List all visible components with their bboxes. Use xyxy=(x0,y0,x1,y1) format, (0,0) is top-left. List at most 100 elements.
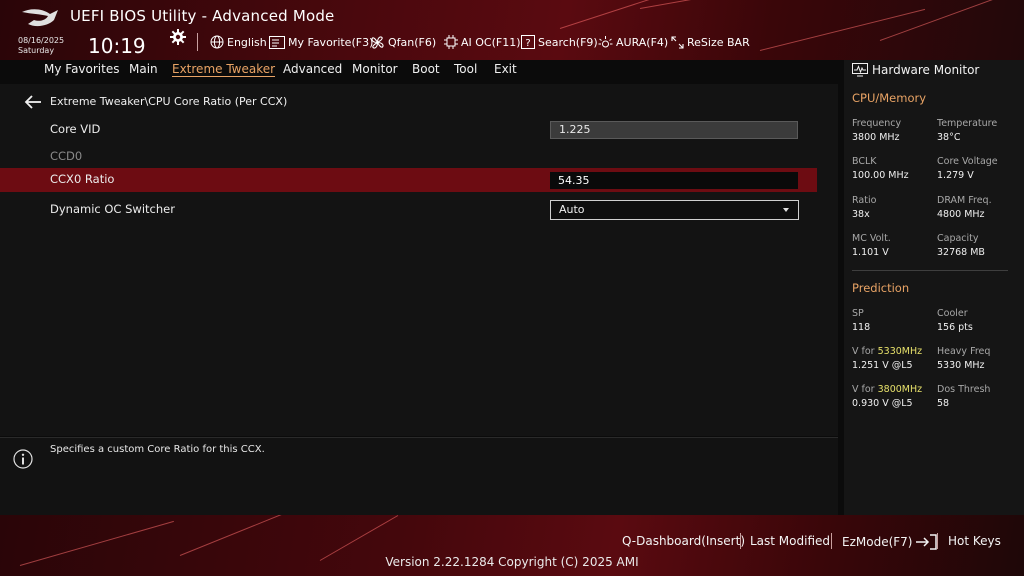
sp-label: SP xyxy=(852,308,864,319)
chevron-down-icon xyxy=(783,208,789,212)
ccx0-ratio-input[interactable]: 54.35 xyxy=(550,172,798,189)
header-streak xyxy=(759,8,926,51)
version-text: Version 2.22.1284 Copyright (C) 2025 AMI xyxy=(385,555,639,569)
help-text: Specifies a custom Core Ratio for this C… xyxy=(50,444,265,455)
tab-extreme-tweaker[interactable]: Extreme Tweaker xyxy=(172,62,276,77)
sp-value: 118 xyxy=(852,322,871,333)
v-for-5330-label: V for 5330MHz xyxy=(852,346,922,357)
ratio-label: Ratio xyxy=(852,195,877,206)
svg-text:?: ? xyxy=(525,38,530,49)
tab-tool[interactable]: Tool xyxy=(454,62,477,76)
exit-to-ezmode-icon xyxy=(916,534,938,550)
hw-divider xyxy=(852,270,1008,271)
prediction-heading: Prediction xyxy=(852,281,910,295)
core-voltage-label: Core Voltage xyxy=(937,156,998,167)
hot-keys-button[interactable]: Hot Keys xyxy=(948,534,1001,548)
capacity-label: Capacity xyxy=(937,233,979,244)
favorite-icon xyxy=(269,35,285,49)
tab-advanced[interactable]: Advanced xyxy=(283,62,342,76)
core-vid-field: 1.225 xyxy=(550,121,798,139)
header-streak xyxy=(559,0,732,29)
info-icon xyxy=(13,449,33,469)
capacity-value: 32768 MB xyxy=(937,247,985,258)
resize-bar-button[interactable]: ReSize BAR xyxy=(671,34,750,50)
ezmode-label: EzMode(F7) xyxy=(842,535,913,549)
date-text: 08/16/2025 xyxy=(18,36,65,45)
v-for-5330-value: 1.251 V @L5 xyxy=(852,360,913,371)
ai-oc-button[interactable]: AI OC(F11) xyxy=(444,34,521,50)
aura-icon xyxy=(598,35,613,47)
app-title: UEFI BIOS Utility - Advanced Mode xyxy=(70,7,335,25)
cooler-value: 156 pts xyxy=(937,322,973,333)
clock: 10:19 xyxy=(88,34,146,58)
v-for-prefix: V for xyxy=(852,346,878,357)
aura-label: AURA(F4) xyxy=(616,35,669,49)
v-for-prefix: V for xyxy=(852,384,878,395)
mc-volt-label: MC Volt. xyxy=(852,233,891,244)
header-divider xyxy=(197,33,198,51)
search-button[interactable]: ? Search(F9) xyxy=(521,34,598,50)
dynamic-oc-switcher-select[interactable]: Auto xyxy=(550,200,799,220)
bclk-value: 100.00 MHz xyxy=(852,170,909,181)
qfan-button[interactable]: Qfan(F6) xyxy=(370,34,436,50)
tab-monitor[interactable]: Monitor xyxy=(352,62,398,76)
my-favorite-button[interactable]: My Favorite(F3) xyxy=(269,34,373,50)
fan-icon xyxy=(371,35,384,49)
footer-streak xyxy=(179,515,292,556)
core-vid-label: Core VID xyxy=(50,122,101,136)
dynamic-oc-switcher-label: Dynamic OC Switcher xyxy=(50,202,175,216)
temperature-value: 38°C xyxy=(937,132,961,143)
hardware-monitor-title: Hardware Monitor xyxy=(872,63,980,77)
globe-icon xyxy=(210,35,224,49)
aura-button[interactable]: AURA(F4) xyxy=(598,34,668,50)
header-streak xyxy=(639,0,759,9)
language-label: English xyxy=(227,35,267,49)
rog-logo-icon xyxy=(22,9,58,27)
mc-volt-value: 1.101 V xyxy=(852,247,889,258)
dram-freq-label: DRAM Freq. xyxy=(937,195,992,206)
back-arrow-icon[interactable] xyxy=(24,95,42,109)
ai-oc-label: AI OC(F11) xyxy=(461,35,521,49)
dram-freq-value: 4800 MHz xyxy=(937,209,985,220)
my-favorite-label: My Favorite(F3) xyxy=(288,35,374,49)
ai-oc-icon xyxy=(444,35,458,49)
cooler-label: Cooler xyxy=(937,308,968,319)
temperature-label: Temperature xyxy=(937,118,998,129)
q-dashboard-button[interactable]: Q-Dashboard(Insert) xyxy=(622,534,745,548)
frequency-label: Frequency xyxy=(852,118,902,129)
language-button[interactable]: English xyxy=(210,34,267,50)
frequency-value: 3800 MHz xyxy=(852,132,900,143)
ratio-value: 38x xyxy=(852,209,870,220)
v-for-3800-value: 0.930 V @L5 xyxy=(852,398,913,409)
tab-boot[interactable]: Boot xyxy=(412,62,440,76)
monitor-icon xyxy=(852,63,868,77)
v-for-3800-label: V for 3800MHz xyxy=(852,384,922,395)
footer-divider xyxy=(937,533,938,549)
core-voltage-value: 1.279 V xyxy=(937,170,974,181)
header-streak xyxy=(879,0,1012,41)
gear-icon[interactable] xyxy=(169,28,187,46)
tab-exit[interactable]: Exit xyxy=(494,62,517,76)
dos-thresh-value: 58 xyxy=(937,398,950,409)
footer-divider xyxy=(831,533,832,549)
heavy-freq-value: 5330 MHz xyxy=(937,360,985,371)
date-display: 08/16/2025 Saturday xyxy=(18,36,64,56)
tab-my-favorites[interactable]: My Favorites xyxy=(44,62,119,76)
cpu-memory-heading: CPU/Memory xyxy=(852,91,927,105)
ccx0-ratio-label: CCX0 Ratio xyxy=(50,172,115,186)
bclk-label: BCLK xyxy=(852,156,877,167)
heavy-freq-label: Heavy Freq xyxy=(937,346,991,357)
search-help-icon: ? xyxy=(521,35,535,49)
dynamic-oc-switcher-value: Auto xyxy=(559,203,585,216)
ccd0-label: CCD0 xyxy=(50,149,83,163)
tab-main[interactable]: Main xyxy=(129,62,158,76)
qfan-label: Qfan(F6) xyxy=(388,35,437,49)
last-modified-button[interactable]: Last Modified xyxy=(750,534,830,548)
search-label: Search(F9) xyxy=(538,35,598,49)
ezmode-button[interactable]: EzMode(F7) xyxy=(842,534,938,550)
resize-bar-icon xyxy=(671,35,684,49)
dos-thresh-label: Dos Thresh xyxy=(937,384,991,395)
footer-divider xyxy=(740,533,741,549)
v-for-5330-freq: 5330MHz xyxy=(877,346,923,357)
resize-bar-label: ReSize BAR xyxy=(687,35,750,49)
